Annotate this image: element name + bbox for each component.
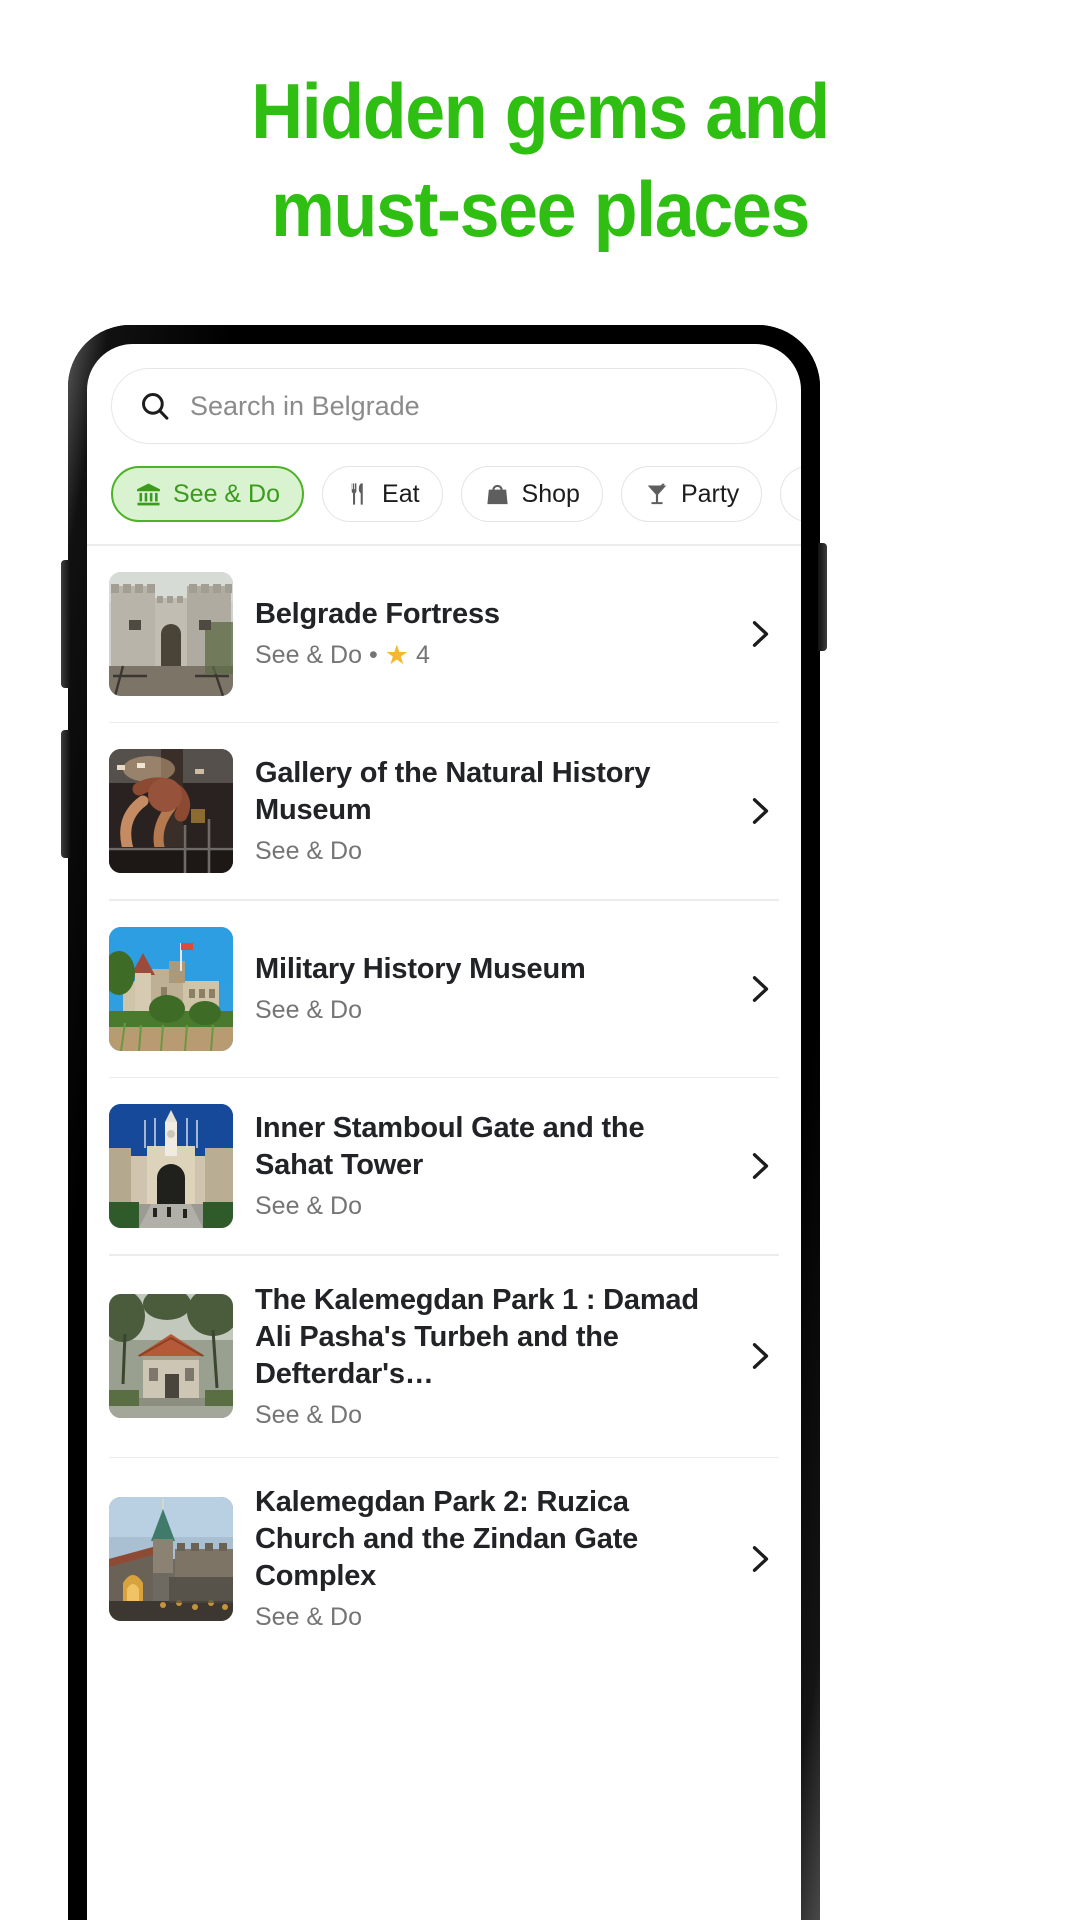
power-button[interactable] xyxy=(818,543,827,651)
chip-label: Shop xyxy=(521,479,580,508)
chip-label: Eat xyxy=(382,479,420,508)
place-info: The Kalemegdan Park 1 : Damad Ali Pasha'… xyxy=(255,1282,715,1431)
phone-screen: Search in Belgrade See & Do Eat Shop Par… xyxy=(87,344,801,1920)
headline-line-1: Hidden gems and xyxy=(251,67,830,155)
chevron-right-icon[interactable] xyxy=(737,1148,777,1184)
place-info: Belgrade Fortress See & Do • ★ 4 xyxy=(255,596,715,671)
museum-icon xyxy=(135,481,162,508)
places-list: Belgrade Fortress See & Do • ★ 4 Gallery… xyxy=(87,546,801,1660)
place-info: Military History Museum See & Do xyxy=(255,951,715,1026)
chip-label: Party xyxy=(680,479,740,508)
volume-down-button[interactable] xyxy=(61,730,70,858)
list-item[interactable]: Inner Stamboul Gate and the Sahat Tower … xyxy=(87,1078,801,1254)
search-section: Search in Belgrade xyxy=(87,344,801,444)
list-item[interactable]: Kalemegdan Park 2: Ruzica Church and the… xyxy=(87,1458,801,1659)
place-title: The Kalemegdan Park 1 : Damad Ali Pasha'… xyxy=(255,1283,699,1390)
chip-shop[interactable]: Shop xyxy=(460,466,603,522)
shopping-bag-icon xyxy=(484,481,511,508)
search-input[interactable]: Search in Belgrade xyxy=(111,368,777,444)
fork-knife-icon xyxy=(345,481,371,507)
headline-line-2: must-see places xyxy=(271,165,810,253)
chevron-right-icon[interactable] xyxy=(737,971,777,1007)
place-thumbnail xyxy=(109,749,233,873)
place-title: Belgrade Fortress xyxy=(255,598,500,630)
list-item[interactable]: Gallery of the Natural History Museum Se… xyxy=(87,723,801,899)
meta-separator: • xyxy=(369,641,378,669)
chip-eat[interactable]: Eat xyxy=(322,466,443,522)
chevron-right-icon[interactable] xyxy=(737,1541,777,1577)
place-thumbnail xyxy=(109,1104,233,1228)
place-meta: See & Do xyxy=(255,994,705,1026)
search-icon xyxy=(138,389,172,423)
place-meta: See & Do xyxy=(255,1399,705,1431)
cocktail-icon xyxy=(644,481,670,507)
phone-mockup: Search in Belgrade See & Do Eat Shop Par… xyxy=(61,325,827,1920)
list-item[interactable]: Military History Museum See & Do xyxy=(87,901,801,1077)
place-title: Military History Museum xyxy=(255,953,586,985)
rating-value: 4 xyxy=(416,641,430,669)
place-category: See & Do xyxy=(255,1400,363,1429)
list-item[interactable]: Belgrade Fortress See & Do • ★ 4 xyxy=(87,546,801,722)
chevron-right-icon[interactable] xyxy=(737,1338,777,1374)
chip-sleep[interactable]: Sleep xyxy=(780,466,801,522)
category-filter-row[interactable]: See & Do Eat Shop Party xyxy=(87,444,801,544)
place-meta: See & Do xyxy=(255,1601,705,1633)
place-meta: See & Do • ★ 4 xyxy=(255,639,705,671)
place-meta: See & Do xyxy=(255,835,705,867)
chevron-right-icon[interactable] xyxy=(737,616,777,652)
volume-up-button[interactable] xyxy=(61,560,70,688)
place-info: Inner Stamboul Gate and the Sahat Tower … xyxy=(255,1110,715,1222)
chip-label: See & Do xyxy=(173,479,281,508)
place-thumbnail xyxy=(109,571,233,696)
place-meta: See & Do xyxy=(255,1190,705,1222)
place-info: Kalemegdan Park 2: Ruzica Church and the… xyxy=(255,1484,715,1633)
page-title: Hidden gems and must-see places xyxy=(43,62,1037,258)
place-category: See & Do xyxy=(255,1603,363,1631)
place-category: See & Do xyxy=(255,837,363,865)
place-thumbnail xyxy=(109,1294,233,1418)
search-placeholder: Search in Belgrade xyxy=(190,390,420,421)
place-info: Gallery of the Natural History Museum Se… xyxy=(255,755,715,867)
place-title: Kalemegdan Park 2: Ruzica Church and the… xyxy=(255,1486,639,1592)
list-item[interactable]: The Kalemegdan Park 1 : Damad Ali Pasha'… xyxy=(87,1256,801,1457)
chevron-right-icon[interactable] xyxy=(737,793,777,829)
chip-party[interactable]: Party xyxy=(620,466,763,522)
place-title: Gallery of the Natural History Museum xyxy=(255,757,651,826)
place-thumbnail xyxy=(109,926,233,1051)
place-category: See & Do xyxy=(255,1192,363,1220)
place-category: See & Do xyxy=(255,996,363,1024)
promo-screenshot: Hidden gems and must-see places Search i… xyxy=(0,0,1080,1920)
star-icon: ★ xyxy=(384,639,409,670)
place-category: See & Do xyxy=(255,641,363,669)
place-thumbnail xyxy=(109,1496,233,1621)
chip-see-and-do[interactable]: See & Do xyxy=(111,466,305,522)
place-title: Inner Stamboul Gate and the Sahat Tower xyxy=(255,1112,645,1181)
